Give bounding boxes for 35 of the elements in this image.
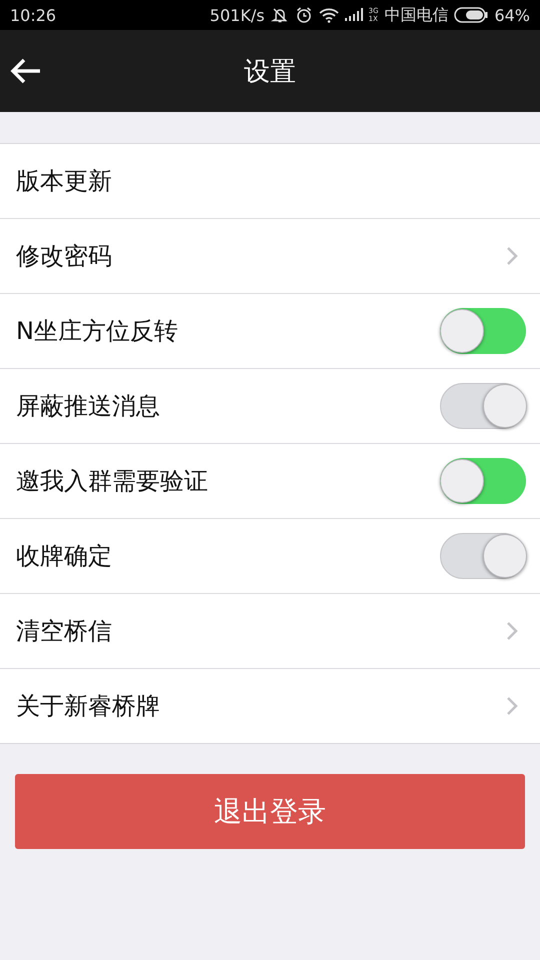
settings-row[interactable]: N坐庄方位反转 xyxy=(0,294,540,369)
toggle-switch[interactable] xyxy=(440,458,526,504)
back-arrow-icon[interactable] xyxy=(10,57,42,85)
row-label: 屏蔽推送消息 xyxy=(16,391,160,422)
chevron-icon xyxy=(506,621,518,641)
chevron-icon xyxy=(506,246,518,266)
row-label: 版本更新 xyxy=(16,166,112,197)
settings-row[interactable]: 收牌确定 xyxy=(0,519,540,594)
toggle-switch[interactable] xyxy=(440,308,526,354)
settings-row[interactable]: 清空桥信 xyxy=(0,594,540,669)
settings-row[interactable]: 关于新睿桥牌 xyxy=(0,669,540,743)
row-label: 清空桥信 xyxy=(16,616,112,647)
mute-bell-icon xyxy=(270,6,289,24)
page-title: 设置 xyxy=(244,56,296,88)
logout-button[interactable]: 退出登录 xyxy=(15,774,525,849)
network-speed: 501K/s xyxy=(210,6,265,24)
battery-icon xyxy=(454,7,488,23)
battery-percent: 64% xyxy=(494,6,530,24)
row-label: 邀我入群需要验证 xyxy=(16,466,208,497)
settings-row[interactable]: 修改密码 xyxy=(0,219,540,294)
chevron-icon xyxy=(506,696,518,716)
alarm-icon xyxy=(294,6,313,24)
toggle-switch[interactable] xyxy=(440,533,526,579)
status-time: 10:26 xyxy=(10,6,56,24)
row-label: 修改密码 xyxy=(16,241,112,272)
settings-row[interactable]: 版本更新 xyxy=(0,144,540,219)
carrier-name: 中国电信 xyxy=(384,4,448,26)
row-label: 收牌确定 xyxy=(16,541,112,572)
row-label: N坐庄方位反转 xyxy=(16,316,178,347)
settings-row[interactable]: 邀我入群需要验证 xyxy=(0,444,540,519)
settings-row[interactable]: 屏蔽推送消息 xyxy=(0,369,540,444)
toggle-switch[interactable] xyxy=(440,383,526,429)
wifi-icon xyxy=(318,7,339,23)
signal-icon xyxy=(344,8,363,22)
row-label: 关于新睿桥牌 xyxy=(16,691,160,722)
